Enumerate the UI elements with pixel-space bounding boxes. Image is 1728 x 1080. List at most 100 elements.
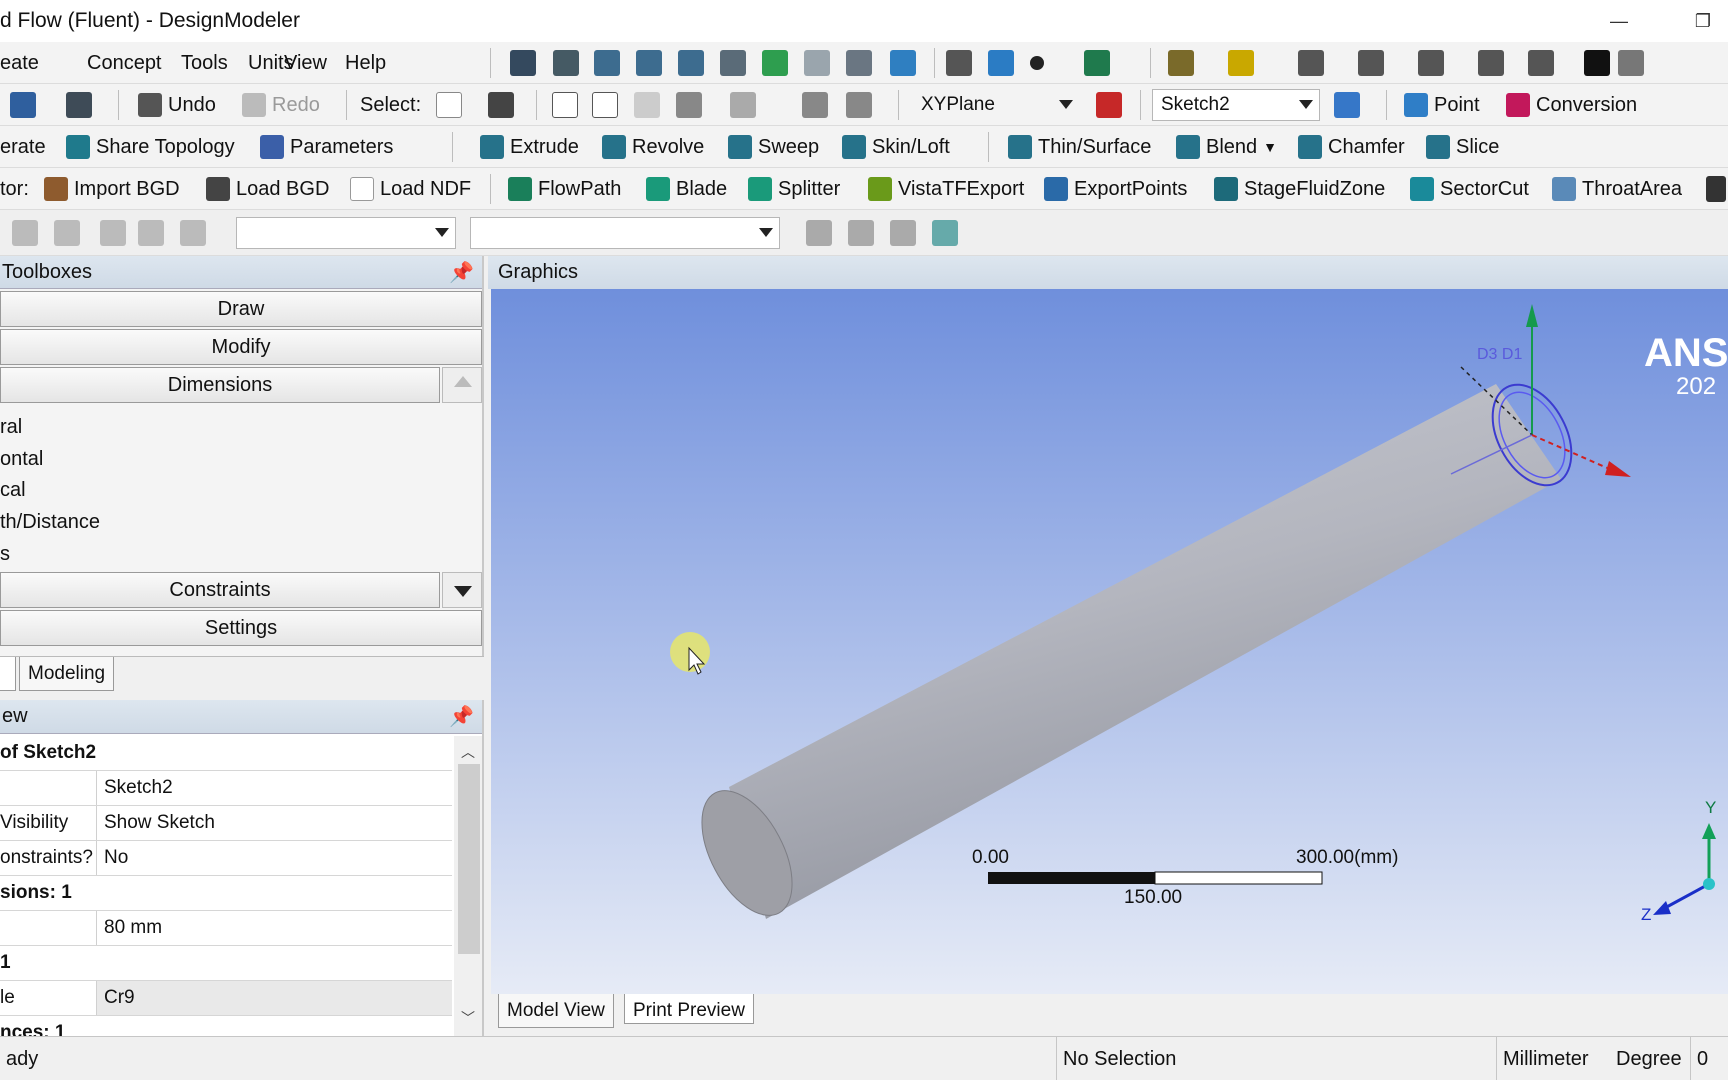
sketch-icon-2[interactable]	[54, 220, 80, 246]
select-edge-icon[interactable]	[592, 92, 618, 118]
display-model-icon[interactable]	[988, 50, 1014, 76]
dimension-icon[interactable]	[1618, 50, 1644, 76]
modeling-tab[interactable]: Modeling	[19, 657, 115, 691]
sketch-icon-3[interactable]	[100, 220, 126, 246]
generate-button[interactable]: erate	[0, 128, 46, 166]
restore-button[interactable]: ❐	[1680, 4, 1726, 38]
point-button[interactable]: Point	[1404, 86, 1480, 124]
dimension-radius[interactable]: s	[0, 543, 10, 566]
pan-icon[interactable]	[553, 50, 579, 76]
pin-icon[interactable]	[1584, 50, 1610, 76]
sectorcut-button[interactable]: SectorCut	[1410, 170, 1529, 208]
dimensions-toolbox-button[interactable]: Dimensions	[0, 367, 440, 403]
flowpath-button[interactable]: FlowPath	[508, 170, 621, 208]
chat-icon[interactable]	[890, 220, 916, 246]
edge-select-icon[interactable]	[1228, 50, 1254, 76]
dimension-vertical[interactable]: cal	[0, 479, 26, 502]
sketch-icon-1[interactable]	[12, 220, 38, 246]
skin-loft-button[interactable]: Skin/Loft	[842, 128, 950, 166]
import-bgd-button[interactable]: Import BGD	[44, 170, 180, 208]
stagefluidzone-button[interactable]: StageFluidZone	[1214, 170, 1385, 208]
select-mode-icon[interactable]	[436, 92, 462, 118]
sketch-tool-4-icon[interactable]	[1478, 50, 1504, 76]
scroll-up-button[interactable]	[442, 367, 482, 403]
load-ndf-button[interactable]: Load NDF	[350, 170, 471, 208]
conversion-button[interactable]: Conversion	[1506, 86, 1637, 124]
chevron-down-icon[interactable]: ﹀	[461, 1008, 475, 1028]
blend-button[interactable]: Blend ▼	[1176, 128, 1277, 166]
sketch-icon-5[interactable]	[180, 220, 206, 246]
sweep-button[interactable]: Sweep	[728, 128, 819, 166]
zoom-fit-icon[interactable]	[678, 50, 704, 76]
menu-view[interactable]: View	[284, 44, 327, 82]
filter-select-2[interactable]	[470, 217, 780, 249]
triad-icon[interactable]	[946, 50, 972, 76]
scroll-down-button[interactable]	[442, 572, 482, 608]
zoom-window-icon[interactable]	[720, 50, 746, 76]
select-body-icon[interactable]	[676, 92, 702, 118]
details-row[interactable]: onstraints? No	[0, 841, 452, 876]
screenshot-icon[interactable]	[66, 92, 92, 118]
sketching-tab[interactable]	[0, 657, 16, 691]
pin-icon[interactable]: 📌	[449, 260, 474, 285]
menu-concept[interactable]: Concept	[87, 44, 162, 82]
sketch-tool-5-icon[interactable]	[1528, 50, 1554, 76]
scrollbar-thumb[interactable]	[458, 764, 480, 954]
collapse-icon[interactable]	[846, 92, 872, 118]
menu-create[interactable]: eate	[0, 44, 39, 82]
new-plane-icon[interactable]	[1096, 92, 1122, 118]
sketch-tool-2-icon[interactable]	[1358, 50, 1384, 76]
minimize-button[interactable]: —	[1596, 4, 1642, 38]
leaf-icon[interactable]	[848, 220, 874, 246]
select-filter-icon[interactable]	[488, 92, 514, 118]
vistatfexport-button[interactable]: VistaTFExport	[868, 170, 1024, 208]
more-tools-icon[interactable]	[1706, 176, 1726, 202]
throatarea-button[interactable]: ThroatArea	[1552, 170, 1682, 208]
chamfer-button[interactable]: Chamfer	[1298, 128, 1405, 166]
sketch-select[interactable]: Sketch2	[1152, 89, 1320, 121]
undo-button[interactable]: Undo	[138, 86, 216, 124]
pin-icon[interactable]: 📌	[449, 704, 474, 729]
zoom-icon[interactable]	[594, 50, 620, 76]
redo-button[interactable]: Redo	[242, 86, 320, 124]
model-view-tab[interactable]: Model View	[498, 994, 614, 1028]
details-row[interactable]: Visibility Show Sketch	[0, 806, 452, 841]
extend-selection-icon[interactable]	[730, 92, 756, 118]
display-point-icon[interactable]	[1030, 56, 1044, 70]
chevron-up-icon[interactable]: ︿	[461, 742, 475, 762]
save-icon[interactable]	[10, 92, 36, 118]
graphics-viewport[interactable]: D3 D1 ANS 202 0.00 300.00(mm) 150.00 Y Z	[491, 289, 1728, 994]
display-edge-icon[interactable]	[1084, 50, 1110, 76]
extrude-button[interactable]: Extrude	[480, 128, 579, 166]
blade-button[interactable]: Blade	[646, 170, 727, 208]
sketch-icon-4[interactable]	[138, 220, 164, 246]
face-select-icon[interactable]	[1168, 50, 1194, 76]
menu-tools[interactable]: Tools	[181, 44, 228, 82]
edit-icon[interactable]	[932, 220, 958, 246]
expand-icon[interactable]	[802, 92, 828, 118]
print-preview-tab[interactable]: Print Preview	[624, 994, 754, 1024]
draw-toolbox-button[interactable]: Draw	[0, 291, 482, 327]
sketch-tool-3-icon[interactable]	[1418, 50, 1444, 76]
details-scrollbar[interactable]: ︿ ﹀	[454, 736, 482, 1036]
comment-icon[interactable]	[806, 220, 832, 246]
details-row[interactable]: 80 mm	[0, 911, 452, 946]
rotate-icon[interactable]	[510, 50, 536, 76]
select-face-icon[interactable]	[634, 92, 660, 118]
slice-button[interactable]: Slice	[1426, 128, 1499, 166]
load-bgd-button[interactable]: Load BGD	[206, 170, 329, 208]
share-topology-button[interactable]: Share Topology	[66, 128, 235, 166]
sketch-tool-1-icon[interactable]	[1298, 50, 1324, 76]
settings-toolbox-button[interactable]: Settings	[0, 610, 482, 646]
zoom-box-icon[interactable]	[636, 50, 662, 76]
parameters-button[interactable]: Parameters	[260, 128, 393, 166]
select-point-icon[interactable]	[552, 92, 578, 118]
dimension-length-distance[interactable]: th/Distance	[0, 511, 100, 534]
dimension-general[interactable]: ral	[0, 416, 22, 439]
zoom-to-selection-icon[interactable]	[762, 50, 788, 76]
modify-toolbox-button[interactable]: Modify	[0, 329, 482, 365]
dimension-horizontal[interactable]: ontal	[0, 448, 43, 471]
splitter-button[interactable]: Splitter	[748, 170, 840, 208]
menu-help[interactable]: Help	[345, 44, 386, 82]
zoom-previous-icon[interactable]	[804, 50, 830, 76]
